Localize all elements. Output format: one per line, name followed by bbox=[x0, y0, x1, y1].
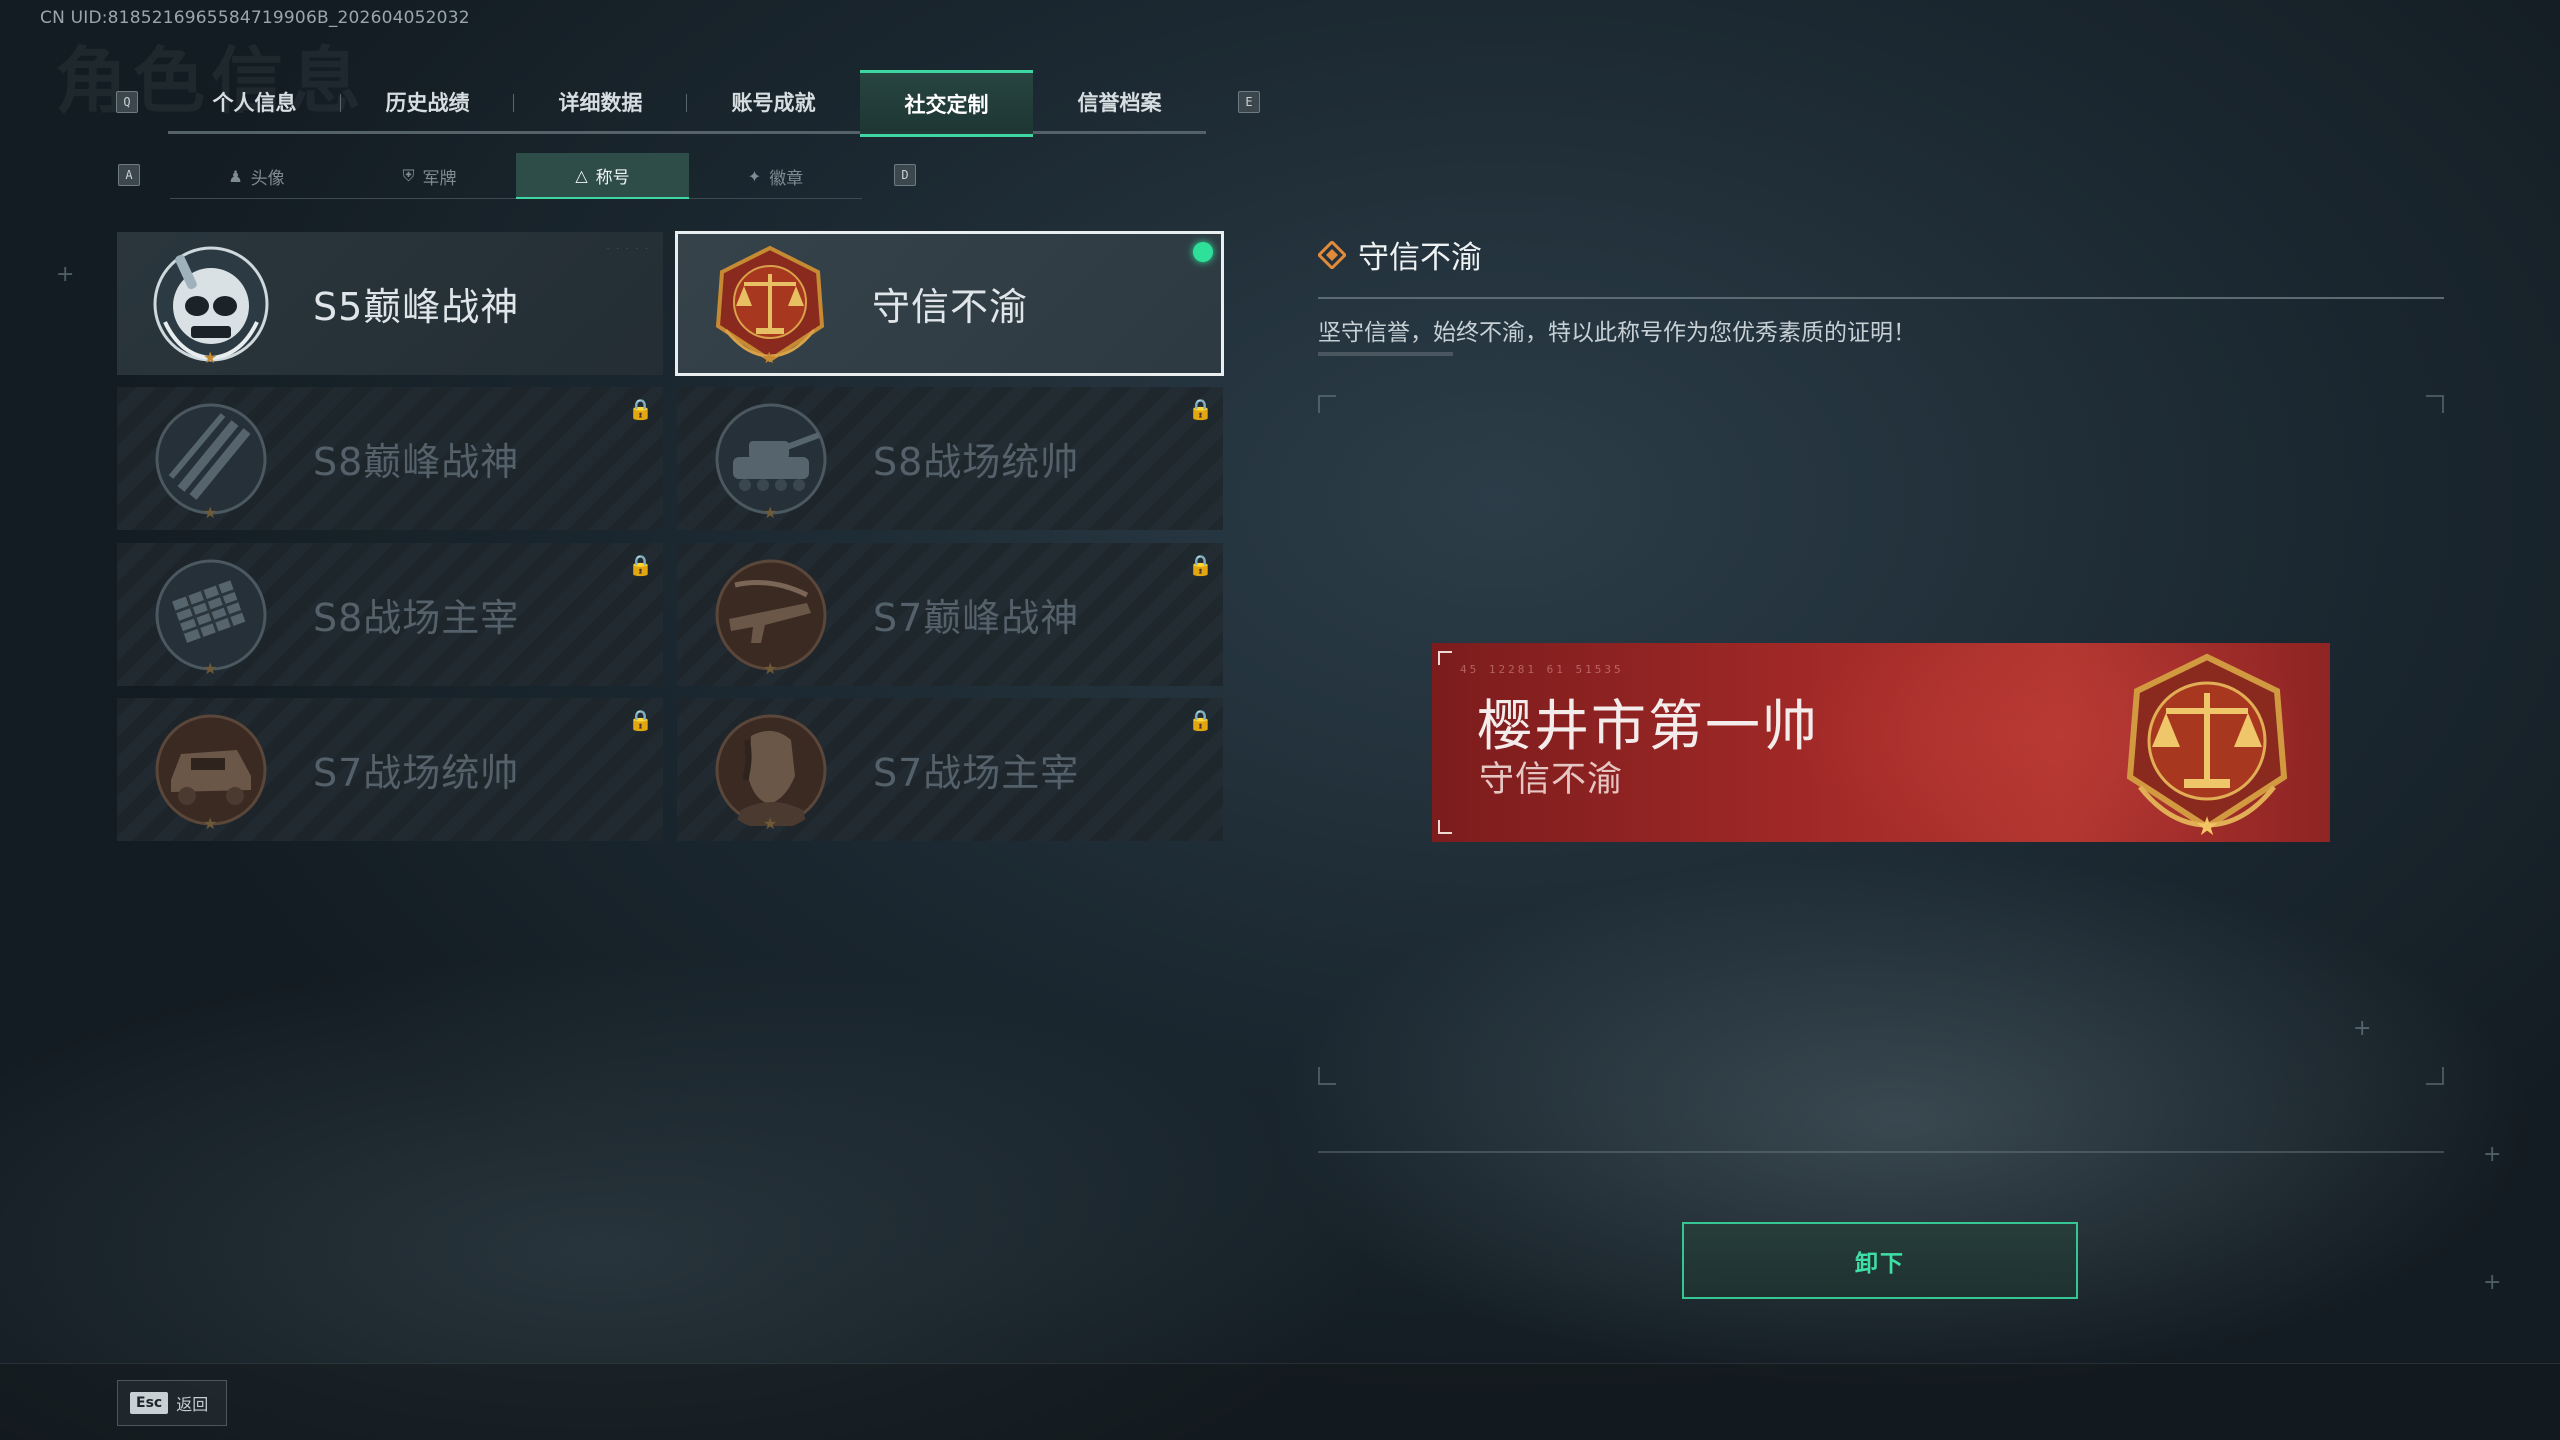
title-card-s7-commander[interactable]: ★ S7战场统帅 🔒 bbox=[117, 698, 663, 841]
subtab-label: 头像 bbox=[250, 168, 285, 189]
back-label: 返回 bbox=[176, 1395, 209, 1414]
panel-bottom-divider bbox=[1318, 1151, 2444, 1153]
detail-divider bbox=[1318, 297, 2444, 299]
lock-icon: 🔒 bbox=[628, 553, 653, 577]
prev-subtab-key-hint[interactable]: A bbox=[118, 164, 140, 186]
frame-corner bbox=[1318, 395, 1336, 413]
subtab-title[interactable]: △ 称号 bbox=[516, 153, 689, 199]
tab-detailed-data[interactable]: 详细数据 bbox=[514, 70, 687, 134]
lock-icon: 🔒 bbox=[628, 397, 653, 421]
person-icon: ♟ bbox=[228, 166, 243, 186]
tab-label: 个人信息 bbox=[212, 91, 297, 115]
bottom-bar bbox=[0, 1363, 2560, 1440]
star-icon: ★ bbox=[762, 348, 777, 367]
star-icon: ★ bbox=[203, 659, 218, 678]
esc-key-hint: Esc bbox=[130, 1392, 169, 1414]
lock-icon: 🔒 bbox=[1188, 553, 1213, 577]
title-card-s5-peak[interactable]: ★ S5巅峰战神 · · · · · bbox=[117, 232, 663, 375]
slash-emblem-icon bbox=[155, 403, 267, 515]
title-name: S8战场主宰 bbox=[313, 596, 520, 640]
tab-match-history[interactable]: 历史战绩 bbox=[341, 70, 514, 134]
title-card-s8-peak[interactable]: ★ S8巅峰战神 🔒 bbox=[117, 387, 663, 530]
svg-text:★: ★ bbox=[2195, 812, 2218, 839]
tab-achievements[interactable]: 账号成就 bbox=[687, 70, 860, 134]
decor-plus-icon: + bbox=[56, 262, 75, 287]
next-tab-key-hint[interactable]: E bbox=[1238, 91, 1260, 113]
star-icon: ★ bbox=[203, 348, 218, 367]
banner-bracket bbox=[1438, 820, 1452, 834]
star-icon: ★ bbox=[763, 814, 778, 833]
sub-tab-bar: ♟ 头像 ⛨ 军牌 △ 称号 ✦ 徽章 bbox=[170, 153, 862, 199]
frame-corner bbox=[2426, 1067, 2444, 1085]
frame-corner bbox=[1318, 1067, 1336, 1085]
subtab-label: 称号 bbox=[595, 167, 630, 188]
banner-bracket bbox=[1438, 651, 1452, 665]
tab-credit-record[interactable]: 信誉档案 bbox=[1033, 70, 1206, 134]
skull-diver-emblem-icon bbox=[153, 246, 269, 362]
decor-plus-icon: + bbox=[2483, 1270, 2502, 1295]
rocket-launcher-emblem-icon bbox=[155, 559, 267, 671]
title-card-s7-dominator[interactable]: ★ S7战场主宰 🔒 bbox=[677, 698, 1223, 841]
frame-corner bbox=[2426, 395, 2444, 413]
detail-description: 坚守信誉，始终不渝，特以此称号作为您优秀素质的证明！ bbox=[1318, 320, 1916, 346]
star-icon: ★ bbox=[763, 503, 778, 522]
title-card-s8-commander[interactable]: ★ S8战场统帅 🔒 bbox=[677, 387, 1223, 530]
prev-tab-key-hint[interactable]: Q bbox=[116, 91, 138, 113]
lock-icon: 🔒 bbox=[1188, 708, 1213, 732]
tab-label: 账号成就 bbox=[731, 91, 816, 115]
back-button[interactable]: Esc 返回 bbox=[117, 1380, 227, 1426]
tab-label: 社交定制 bbox=[904, 92, 989, 117]
next-subtab-key-hint[interactable]: D bbox=[894, 164, 916, 186]
unequip-button[interactable]: 卸下 bbox=[1682, 1222, 2078, 1299]
tab-social-customization[interactable]: 社交定制 bbox=[860, 70, 1033, 137]
tab-label: 详细数据 bbox=[558, 91, 643, 115]
banner-code: 45 12281 61 51535 bbox=[1460, 663, 1624, 676]
title-card-s8-dominator[interactable]: ★ S8战场主宰 🔒 bbox=[117, 543, 663, 686]
title-card-s7-peak[interactable]: ★ S7巅峰战神 🔒 bbox=[677, 543, 1223, 686]
title-name: S5巅峰战神 bbox=[313, 285, 520, 329]
subtab-badge[interactable]: ✦ 徽章 bbox=[689, 153, 862, 199]
star-icon: ★ bbox=[203, 814, 218, 833]
detail-sub-divider bbox=[1318, 352, 1453, 356]
title-name: S8巅峰战神 bbox=[313, 440, 520, 484]
main-tab-bar: 个人信息 历史战绩 详细数据 账号成就 社交定制 信誉档案 bbox=[168, 70, 1206, 137]
rifle-emblem-icon bbox=[715, 559, 827, 671]
title-name: S7战场主宰 bbox=[873, 751, 1080, 795]
title-name: S7战场统帅 bbox=[313, 751, 520, 795]
lock-icon: 🔒 bbox=[1188, 397, 1213, 421]
star-icon: ★ bbox=[203, 503, 218, 522]
diamond-icon bbox=[1318, 240, 1346, 269]
title-name: 守信不渝 bbox=[872, 285, 1029, 329]
decor-plus-icon: + bbox=[2483, 1142, 2502, 1167]
armored-vehicle-emblem-icon bbox=[155, 714, 267, 826]
dogtag-icon: ⛨ bbox=[402, 166, 415, 185]
subtab-dogtag[interactable]: ⛨ 军牌 bbox=[343, 153, 516, 199]
tank-emblem-icon bbox=[715, 403, 827, 515]
card-micro-code: · · · · · bbox=[605, 244, 649, 253]
title-card-honor-keeper[interactable]: ★ 守信不渝 bbox=[675, 231, 1224, 376]
scales-of-justice-emblem-icon bbox=[715, 245, 825, 363]
badge-icon: ✦ bbox=[747, 166, 762, 186]
scales-of-justice-emblem-icon: ★ bbox=[2126, 653, 2288, 839]
title-name: S7巅峰战神 bbox=[873, 596, 1080, 640]
subtab-label: 徽章 bbox=[769, 168, 804, 189]
soldier-portrait-emblem-icon bbox=[715, 714, 827, 826]
title-icon: △ bbox=[575, 165, 588, 185]
detail-header: 守信不渝 bbox=[1318, 232, 1482, 277]
subtab-label: 军牌 bbox=[422, 168, 457, 189]
subtab-avatar[interactable]: ♟ 头像 bbox=[170, 153, 343, 199]
title-name: S8战场统帅 bbox=[873, 440, 1080, 484]
star-icon: ★ bbox=[763, 659, 778, 678]
banner-title: 守信不渝 bbox=[1479, 760, 1624, 800]
lock-icon: 🔒 bbox=[628, 708, 653, 732]
equipped-indicator-icon bbox=[1193, 242, 1213, 262]
tab-personal-info[interactable]: 个人信息 bbox=[168, 70, 341, 134]
tab-label: 信誉档案 bbox=[1077, 91, 1162, 115]
title-banner-preview: 45 12281 61 51535 樱井市第一帅 守信不渝 ★ bbox=[1432, 643, 2330, 842]
banner-player-name: 樱井市第一帅 bbox=[1477, 694, 1820, 758]
tab-label: 历史战绩 bbox=[385, 91, 470, 115]
detail-title-text: 守信不渝 bbox=[1358, 240, 1482, 276]
